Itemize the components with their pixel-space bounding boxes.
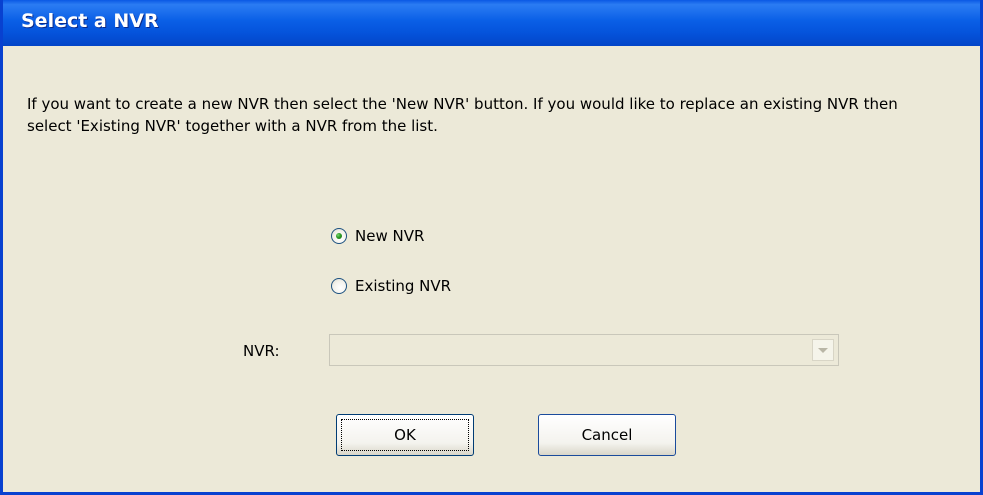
chevron-down-icon bbox=[818, 347, 828, 353]
select-nvr-dialog: Select a NVR If you want to create a new… bbox=[0, 0, 983, 495]
nvr-field-label: NVR: bbox=[243, 342, 280, 360]
dialog-title: Select a NVR bbox=[21, 10, 159, 32]
existing-nvr-radio[interactable] bbox=[331, 278, 347, 294]
new-nvr-option[interactable]: New NVR bbox=[331, 227, 424, 245]
radio-selected-dot bbox=[336, 233, 342, 239]
instruction-text: If you want to create a new NVR then sel… bbox=[27, 95, 898, 135]
existing-nvr-label[interactable]: Existing NVR bbox=[355, 277, 451, 295]
nvr-dropdown[interactable] bbox=[329, 334, 839, 366]
new-nvr-label[interactable]: New NVR bbox=[355, 227, 424, 245]
existing-nvr-option[interactable]: Existing NVR bbox=[331, 277, 451, 295]
dropdown-arrow-button[interactable] bbox=[812, 339, 834, 361]
cancel-button[interactable]: Cancel bbox=[538, 414, 676, 456]
cancel-button-label: Cancel bbox=[581, 426, 633, 444]
ok-button[interactable]: OK bbox=[336, 414, 474, 456]
new-nvr-radio[interactable] bbox=[331, 228, 347, 244]
ok-button-label: OK bbox=[394, 426, 416, 444]
title-bar[interactable]: Select a NVR bbox=[3, 0, 980, 46]
